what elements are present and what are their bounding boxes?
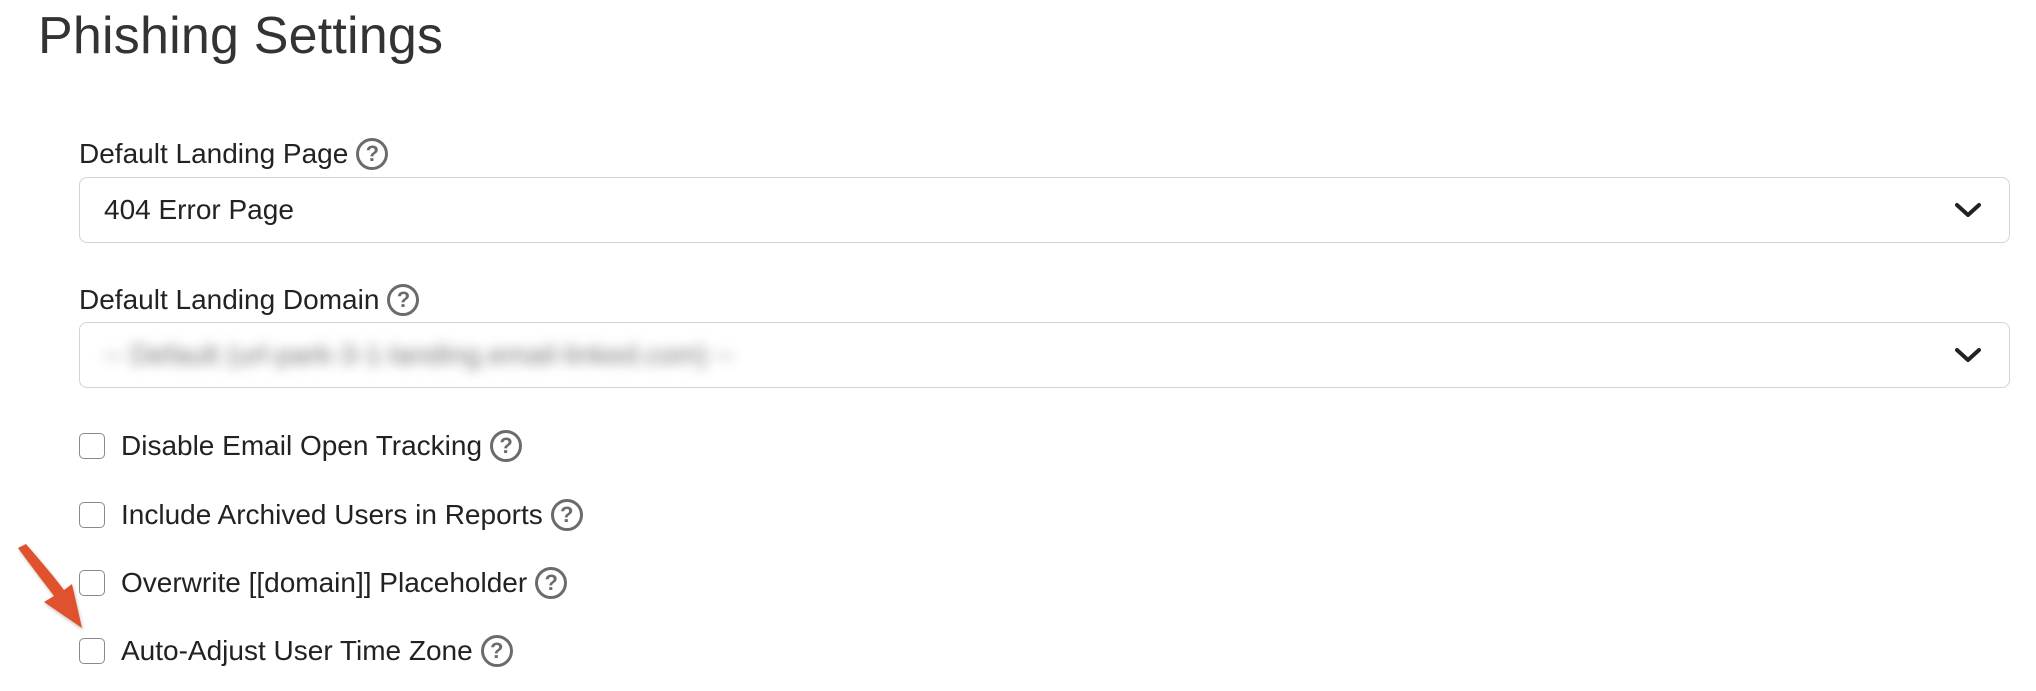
default-landing-page-select[interactable]: 404 Error Page (79, 177, 2010, 243)
chevron-down-icon (1955, 203, 1981, 217)
help-icon[interactable]: ? (356, 138, 389, 170)
disable-email-open-tracking-checkbox[interactable] (79, 433, 105, 459)
default-landing-page-label-text: Default Landing Page (79, 138, 349, 169)
arrow-icon (18, 544, 82, 628)
include-archived-users-checkbox[interactable] (79, 502, 105, 528)
include-archived-users-label: Include Archived Users in Reports (121, 499, 543, 530)
default-landing-page-value: 404 Error Page (104, 194, 294, 225)
default-landing-domain-select[interactable]: -- Default (url-park-3-1-landing.email-l… (79, 322, 2010, 388)
auto-adjust-time-zone-row: Auto-Adjust User Time Zone ? (79, 631, 513, 671)
default-landing-domain-label: Default Landing Domain ? (79, 280, 420, 320)
help-icon[interactable]: ? (480, 635, 513, 667)
help-icon[interactable]: ? (490, 430, 523, 462)
help-icon[interactable]: ? (535, 567, 568, 599)
help-icon[interactable]: ? (387, 284, 420, 316)
chevron-down-icon (1955, 348, 1981, 362)
auto-adjust-time-zone-checkbox[interactable] (79, 638, 105, 664)
default-landing-domain-label-text: Default Landing Domain (79, 284, 380, 315)
auto-adjust-time-zone-label: Auto-Adjust User Time Zone (121, 635, 473, 666)
default-landing-domain-value: -- Default (url-park-3-1-landing.email-l… (104, 339, 735, 370)
default-landing-page-label: Default Landing Page ? (79, 134, 389, 174)
page-title: Phishing Settings (38, 7, 444, 65)
overwrite-domain-placeholder-row: Overwrite [[domain]] Placeholder ? (79, 563, 568, 603)
help-icon[interactable]: ? (550, 499, 583, 531)
disable-email-open-tracking-label: Disable Email Open Tracking (121, 430, 483, 461)
overwrite-domain-placeholder-label: Overwrite [[domain]] Placeholder (121, 567, 528, 598)
include-archived-users-row: Include Archived Users in Reports ? (79, 495, 583, 535)
disable-email-open-tracking-row: Disable Email Open Tracking ? (79, 426, 523, 466)
